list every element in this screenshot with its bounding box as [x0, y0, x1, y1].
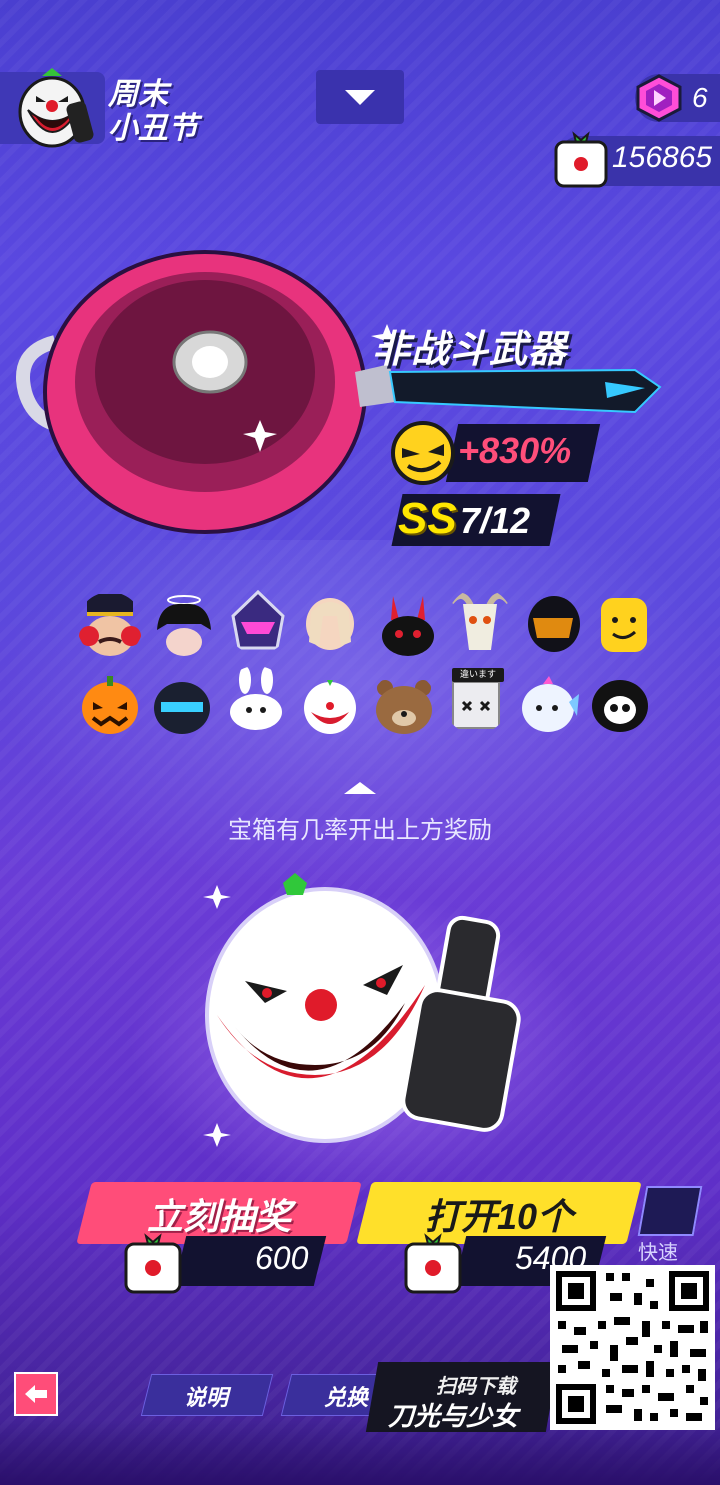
- yellow-brick-head-icon[interactable]: [591, 592, 657, 658]
- fast-toggle-checkbox[interactable]: [637, 1186, 703, 1236]
- rank-count: 7/12: [460, 500, 531, 541]
- bear-head-icon[interactable]: [371, 672, 437, 738]
- promo-scan-text: 扫码下载: [436, 1376, 516, 1398]
- chevron-down-icon: [345, 90, 375, 105]
- arrow-up-icon: [344, 782, 376, 794]
- angry-face-icon: [391, 421, 455, 485]
- clown-coin-icon: [124, 1233, 182, 1294]
- back-button[interactable]: [14, 1372, 58, 1416]
- event-dropdown-button[interactable]: [316, 70, 404, 124]
- fast-toggle-label: 快速: [638, 1242, 678, 1264]
- purple-robot-helmet-icon[interactable]: [225, 588, 291, 654]
- rank-grade: SS: [398, 494, 457, 543]
- event-title: 周末 小丑节: [108, 78, 198, 145]
- bonus-value: +830%: [458, 430, 572, 471]
- rewards-preview-grid: [75, 588, 655, 748]
- blue-knight-helmet-icon[interactable]: [149, 672, 215, 738]
- blonde-hair-icon[interactable]: [297, 592, 363, 658]
- weapon-type-label: 非战斗武器: [372, 329, 568, 371]
- goat-skull-mask-icon[interactable]: [447, 588, 513, 654]
- info-label[interactable]: 说明: [146, 1380, 266, 1412]
- frying-pan-weapon-image: [16, 250, 662, 534]
- fish-head-icon[interactable]: [515, 672, 581, 738]
- qr-code-image[interactable]: [550, 1265, 715, 1430]
- chest-hint-text: 宝箱有几率开出上方奖励: [228, 817, 492, 844]
- coin-count: 156865: [612, 141, 713, 174]
- black-rabbit-mask-icon[interactable]: [375, 592, 441, 658]
- clown-coin-icon: [404, 1233, 462, 1294]
- nutcracker-mask-icon[interactable]: [77, 592, 143, 658]
- pumpkin-head-icon[interactable]: [77, 672, 143, 738]
- clown-mask-icon[interactable]: [297, 672, 363, 738]
- skull-hood-icon[interactable]: [587, 670, 653, 736]
- black-visor-helmet-icon[interactable]: [521, 590, 587, 656]
- gem-icon: [636, 74, 682, 122]
- promo-game-name: 刀光与少女: [388, 1401, 519, 1431]
- black-hair-angel-halo-icon[interactable]: [151, 592, 217, 658]
- white-rabbit-mask-icon[interactable]: [223, 666, 289, 732]
- clown-event-icon[interactable]: [12, 62, 94, 154]
- arrow-left-icon: [25, 1385, 47, 1403]
- gem-count: 6: [692, 82, 708, 113]
- clown-chest-mascot: [203, 873, 521, 1147]
- box-head-sign: 違います: [452, 668, 504, 682]
- clown-coin-icon: [554, 131, 608, 188]
- draw-price: 600: [255, 1240, 309, 1276]
